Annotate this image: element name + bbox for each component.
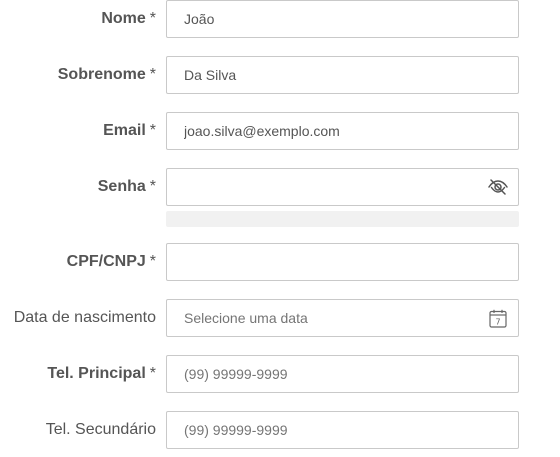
calendar-icon[interactable]: 7	[487, 308, 509, 328]
senha-input[interactable]	[166, 168, 519, 206]
tel-secundario-label-text: Tel. Secundário	[45, 421, 156, 438]
sobrenome-label-text: Sobrenome	[57, 66, 146, 83]
email-label: Email *	[103, 112, 156, 150]
tel-principal-label-text: Tel. Principal	[47, 365, 146, 382]
tel-secundario-row: Tel. Secundário	[0, 411, 560, 449]
email-row: Email *	[0, 112, 560, 150]
nascimento-row: Data de nascimento 7	[0, 299, 560, 337]
nascimento-label: Data de nascimento	[14, 299, 156, 337]
tel-secundario-label: Tel. Secundário	[46, 411, 156, 449]
sobrenome-input[interactable]	[166, 56, 519, 94]
nome-input[interactable]	[166, 0, 519, 38]
required-marker: *	[149, 10, 156, 27]
required-marker: *	[149, 122, 156, 139]
registration-form: Nome* Sobrenome* Email* Senha* CPF/CNPJ*…	[0, 0, 560, 457]
nome-label: Nome *	[101, 0, 156, 38]
email-label-text: Email	[103, 122, 146, 139]
senha-row: Senha *	[0, 168, 560, 206]
date-input[interactable]	[166, 299, 519, 337]
cpf-label: CPF/CNPJ *	[67, 243, 156, 281]
tel-principal-row: Tel. Principal *	[0, 355, 560, 393]
required-marker: *	[149, 253, 156, 270]
password-strength-bar	[166, 211, 519, 227]
nome-row: Nome *	[0, 0, 560, 38]
nome-label-text: Nome	[101, 10, 146, 27]
cpf-input[interactable]	[166, 243, 519, 281]
nascimento-label-text: Data de nascimento	[13, 309, 156, 326]
tel-principal-input[interactable]	[166, 355, 519, 393]
cpf-label-text: CPF/CNPJ	[66, 253, 146, 270]
eye-slash-icon[interactable]	[487, 177, 509, 197]
required-marker: *	[149, 365, 156, 382]
tel-secundario-input[interactable]	[166, 411, 519, 449]
sobrenome-row: Sobrenome *	[0, 56, 560, 94]
senha-label: Senha *	[98, 168, 156, 206]
calendar-icon-day: 7	[495, 317, 500, 326]
required-marker: *	[149, 178, 156, 195]
required-marker: *	[149, 66, 156, 83]
senha-label-text: Senha	[97, 178, 146, 195]
tel-principal-label: Tel. Principal *	[47, 355, 156, 393]
cpf-row: CPF/CNPJ *	[0, 243, 560, 281]
sobrenome-label: Sobrenome *	[58, 56, 156, 94]
email-input[interactable]	[166, 112, 519, 150]
